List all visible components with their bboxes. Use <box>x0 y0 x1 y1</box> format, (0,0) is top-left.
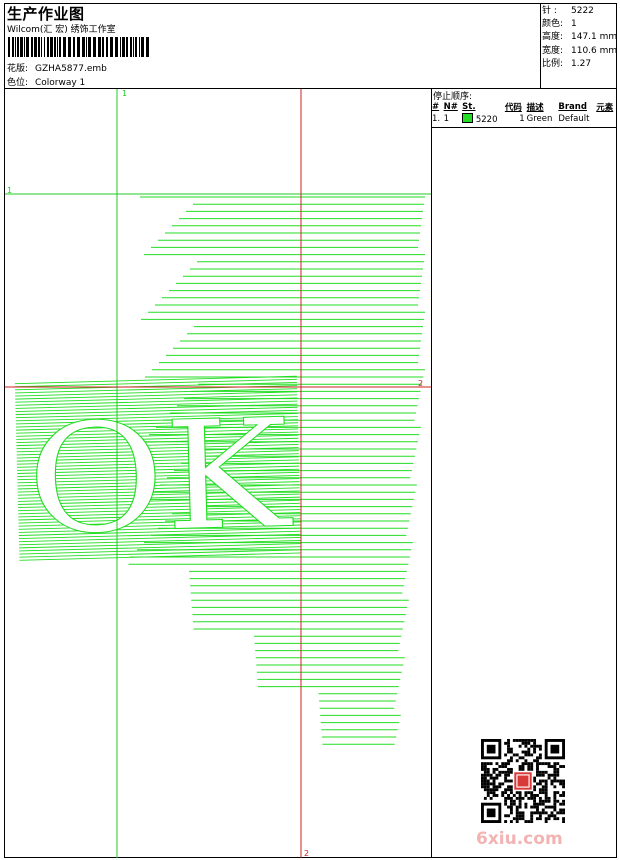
col-brand: Brand <box>558 102 587 112</box>
barcode-bar <box>115 37 118 57</box>
studio-name: Wilcom(汇 宏) 绣饰工作室 <box>7 25 116 35</box>
row-code: 1 <box>519 114 525 124</box>
barcode-bar <box>50 37 53 57</box>
barcode-bar <box>141 37 144 57</box>
stat-scale: 比例: 1.27 <box>542 58 592 69</box>
qr-code-icon <box>481 739 565 823</box>
design-label: 花版: <box>7 64 29 74</box>
barcode-bar <box>12 37 14 57</box>
watermark: 6xiu.com <box>476 829 563 849</box>
barcode-bar <box>98 37 101 57</box>
barcode-bar <box>122 37 125 57</box>
colorway-label: 色位: <box>7 78 29 88</box>
barcode-bar <box>63 37 66 57</box>
barcode-bar <box>77 37 80 57</box>
barcode-bar <box>15 37 16 57</box>
barcode-bar <box>73 37 75 57</box>
barcode-bar <box>130 37 132 57</box>
barcode-bar <box>68 37 71 57</box>
table-header-row: # N# St. 代码 描述 Brand 元素 <box>431 101 617 113</box>
table-divider <box>431 127 617 128</box>
colorway-row: 色位: Colorway 1 <box>7 75 85 88</box>
barcode-bar <box>54 37 56 57</box>
barcode-bar <box>44 37 45 57</box>
row-description: Green <box>526 114 553 124</box>
colorway-value: Colorway 1 <box>35 78 86 88</box>
design-stats: 针 :5222 颜色: 1 高度: 147.1 mm 宽度: 110.6 mm 比例:… <box>542 5 617 71</box>
barcode-bar <box>146 37 149 57</box>
ok-letters: OK <box>25 387 295 568</box>
barcode-bar <box>20 37 23 57</box>
stat-stitches: 针 :5222 <box>542 6 594 16</box>
barcode-bar <box>126 37 128 57</box>
barcode-bar <box>86 37 87 57</box>
barcode-bar <box>41 37 42 57</box>
guide-label-h1: 1 <box>7 186 12 195</box>
barcode-bar <box>31 37 33 57</box>
barcode-bar <box>110 37 113 57</box>
barcode-bar <box>34 37 37 57</box>
barcode-bar <box>57 37 58 57</box>
row-index: 1. <box>432 114 441 124</box>
row-stitches: 5220 <box>461 113 504 125</box>
barcode-bar <box>120 37 121 57</box>
stat-colors: 颜色: 1 <box>542 19 577 30</box>
barcode-bar <box>106 37 108 57</box>
barcode-bar <box>93 37 96 57</box>
barcode-bar <box>82 37 85 57</box>
stat-width: 宽度: 110.6 mm <box>542 45 618 56</box>
table-row: 1. 1 5220 1 Green Default <box>431 113 617 125</box>
barcode-bar <box>135 37 137 57</box>
col-element: 元素 <box>596 103 614 113</box>
barcode-bar <box>26 37 29 57</box>
design-preview: OK 1 1 2 2 <box>5 89 431 858</box>
barcode-bar <box>59 37 61 57</box>
barcode-bar <box>139 37 140 57</box>
barcode-bar <box>102 37 104 57</box>
col-description: 描述 <box>526 103 544 113</box>
design-file-row: 花版: GZHA5877.emb <box>7 61 107 74</box>
col-index: # <box>432 102 440 112</box>
col-needle: N# <box>443 102 458 112</box>
row-needle: 1 <box>443 114 449 124</box>
ok-patch: OK <box>14 375 302 569</box>
patch-fill-line <box>14 378 297 388</box>
barcode-bar <box>17 37 19 57</box>
sidebar-divider <box>431 88 432 858</box>
barcode-bar <box>38 37 40 57</box>
row-element <box>595 113 617 125</box>
barcode-bar <box>8 37 10 57</box>
design-file: GZHA5877.emb <box>35 64 107 74</box>
barcode-bar <box>47 37 49 57</box>
col-stitches: St. <box>462 102 476 112</box>
barcode-bar <box>133 37 134 57</box>
stat-height: 高度: 147.1 mm <box>542 32 618 43</box>
col-code: 代码 <box>504 103 522 113</box>
page-title: 生产作业图 <box>7 5 85 23</box>
color-swatch-icon <box>462 113 474 123</box>
row-brand: Default <box>558 114 590 124</box>
stop-sequence-table: # N# St. 代码 描述 Brand 元素 1. 1 5220 1 Gree… <box>431 101 617 125</box>
guide-label-v1: 1 <box>122 89 127 98</box>
barcode-bar <box>24 37 25 57</box>
barcode-bar <box>88 37 91 57</box>
barcode-icon <box>8 37 149 57</box>
stats-divider <box>540 3 541 89</box>
guide-label-h2: 2 <box>418 379 423 388</box>
guide-label-v2: 2 <box>304 849 309 858</box>
